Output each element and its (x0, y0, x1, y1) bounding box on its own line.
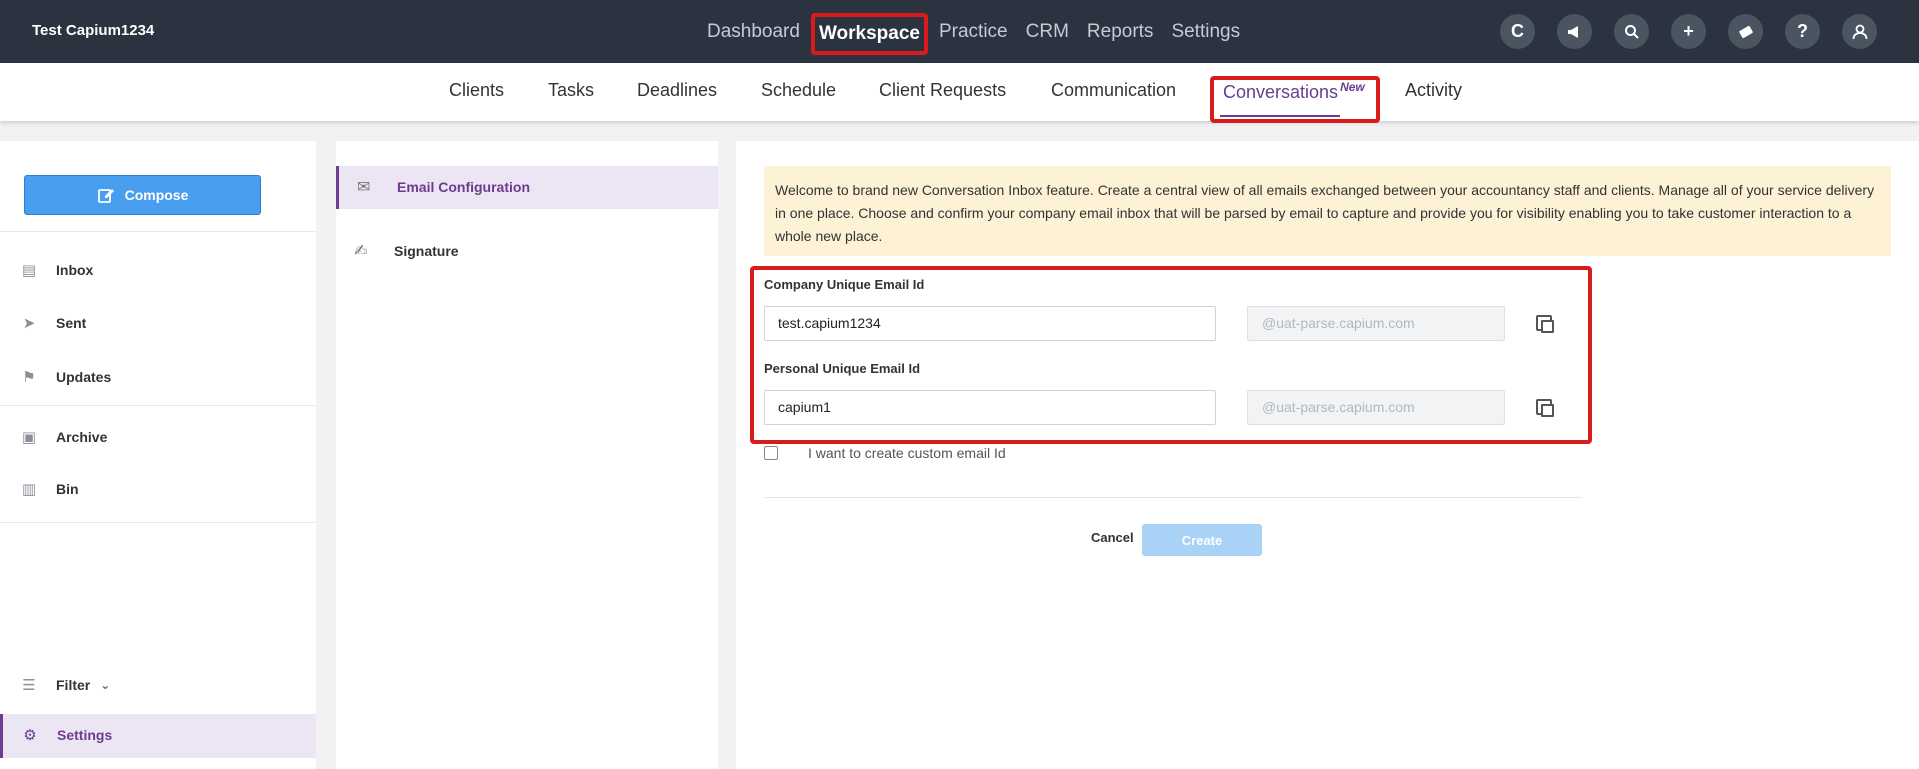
copy-icon[interactable] (1536, 315, 1554, 333)
company-email-input[interactable]: test.capium1234 (764, 306, 1216, 341)
welcome-notice: Welcome to brand new Conversation Inbox … (764, 166, 1891, 256)
copy-icon[interactable] (1536, 399, 1554, 417)
email-config-icon: ✉ (357, 179, 371, 196)
tab-tasks[interactable]: Tasks (548, 80, 594, 101)
left-sidebar: Compose ▤ Inbox ➤ Sent ⚑ Updates ▣ Archi… (0, 141, 316, 769)
custom-email-label: I want to create custom email Id (808, 445, 1006, 461)
personal-email-input[interactable]: capium1 (764, 390, 1216, 425)
nav-dashboard[interactable]: Dashboard (700, 18, 807, 55)
header-icons: C + ? (1500, 14, 1877, 49)
nav-settings[interactable]: Settings (1164, 18, 1247, 55)
filter-toggle[interactable]: ☰ Filter ⌄ (20, 676, 110, 694)
main-nav: Dashboard Workspace Practice CRM Reports… (700, 13, 1251, 55)
new-badge: New (1340, 80, 1365, 94)
create-button[interactable]: Create (1142, 524, 1262, 556)
megaphone-icon[interactable] (1557, 14, 1592, 49)
tab-communication[interactable]: Communication (1051, 80, 1176, 101)
compose-button[interactable]: Compose (24, 175, 261, 215)
chevron-down-icon: ⌄ (100, 678, 111, 692)
sidebar-item-label: Updates (56, 369, 112, 385)
divider (0, 405, 316, 406)
main-content: Welcome to brand new Conversation Inbox … (736, 141, 1919, 769)
tab-schedule[interactable]: Schedule (761, 80, 836, 101)
sidebar-item-bin[interactable]: ▥ Bin (20, 480, 79, 498)
active-tab-underline (1220, 115, 1340, 117)
sub-nav: Clients Tasks Deadlines Schedule Client … (0, 63, 1919, 123)
sidebar-item-label: Archive (56, 429, 108, 445)
divider (0, 231, 316, 232)
help-icon[interactable]: ? (1785, 14, 1820, 49)
flag-icon: ⚑ (22, 369, 36, 386)
user-icon[interactable] (1842, 14, 1877, 49)
settings-menu: ✉ Email Configuration ✍ Signature (336, 141, 718, 769)
personal-email-domain: @uat-parse.capium.com (1247, 390, 1505, 425)
menu-item-label: Signature (394, 243, 459, 259)
trash-icon: ▥ (21, 481, 37, 498)
company-email-domain: @uat-parse.capium.com (1247, 306, 1505, 341)
divider (0, 522, 316, 523)
compose-label: Compose (124, 187, 189, 203)
menu-item-signature[interactable]: ✍ Signature (354, 241, 459, 261)
tab-clients[interactable]: Clients (449, 80, 504, 101)
capium-logo-icon[interactable]: C (1500, 14, 1535, 49)
archive-icon: ▣ (21, 429, 37, 446)
sidebar-item-label: Sent (56, 315, 87, 331)
sidebar-item-label: Inbox (56, 262, 94, 278)
sidebar-item-archive[interactable]: ▣ Archive (20, 428, 107, 446)
gear-icon: ⚙ (23, 727, 37, 744)
company-email-label: Company Unique Email Id (764, 277, 925, 292)
ticket-icon[interactable] (1728, 14, 1763, 49)
filter-label: Filter (56, 677, 91, 693)
personal-email-label: Personal Unique Email Id (764, 361, 921, 376)
inbox-icon: ▤ (21, 262, 37, 279)
tab-deadlines[interactable]: Deadlines (637, 80, 717, 101)
top-bar: Test Capium1234 Dashboard Workspace Prac… (0, 0, 1919, 63)
edit-icon (97, 189, 114, 203)
sidebar-item-updates[interactable]: ⚑ Updates (20, 368, 111, 386)
sidebar-item-sent[interactable]: ➤ Sent (20, 314, 87, 332)
tab-conversations[interactable]: Conversations New (1223, 80, 1365, 103)
send-icon: ➤ (22, 315, 36, 332)
cancel-button[interactable]: Cancel (1091, 530, 1134, 545)
tab-activity[interactable]: Activity (1405, 80, 1462, 101)
tab-client-requests[interactable]: Client Requests (879, 80, 1006, 101)
nav-reports[interactable]: Reports (1080, 18, 1161, 55)
menu-item-label: Email Configuration (397, 179, 530, 195)
menu-item-email-configuration[interactable]: ✉ Email Configuration (336, 166, 718, 209)
signature-icon: ✍ (354, 243, 368, 260)
nav-crm[interactable]: CRM (1019, 18, 1076, 55)
nav-practice[interactable]: Practice (932, 18, 1015, 55)
divider (764, 497, 1581, 498)
sidebar-item-settings[interactable]: ⚙ Settings (0, 714, 316, 758)
sidebar-item-inbox[interactable]: ▤ Inbox (20, 261, 93, 279)
filter-icon: ☰ (22, 677, 36, 694)
sidebar-item-label: Bin (56, 481, 79, 497)
tab-conversations-label: Conversations (1223, 82, 1339, 102)
company-name: Test Capium1234 (32, 22, 155, 39)
sidebar-item-label: Settings (57, 727, 113, 743)
nav-workspace[interactable]: Workspace (810, 13, 928, 55)
plus-icon[interactable]: + (1671, 14, 1706, 49)
search-icon[interactable] (1614, 14, 1649, 49)
custom-email-option: I want to create custom email Id (764, 445, 1006, 461)
custom-email-checkbox[interactable] (764, 446, 778, 460)
